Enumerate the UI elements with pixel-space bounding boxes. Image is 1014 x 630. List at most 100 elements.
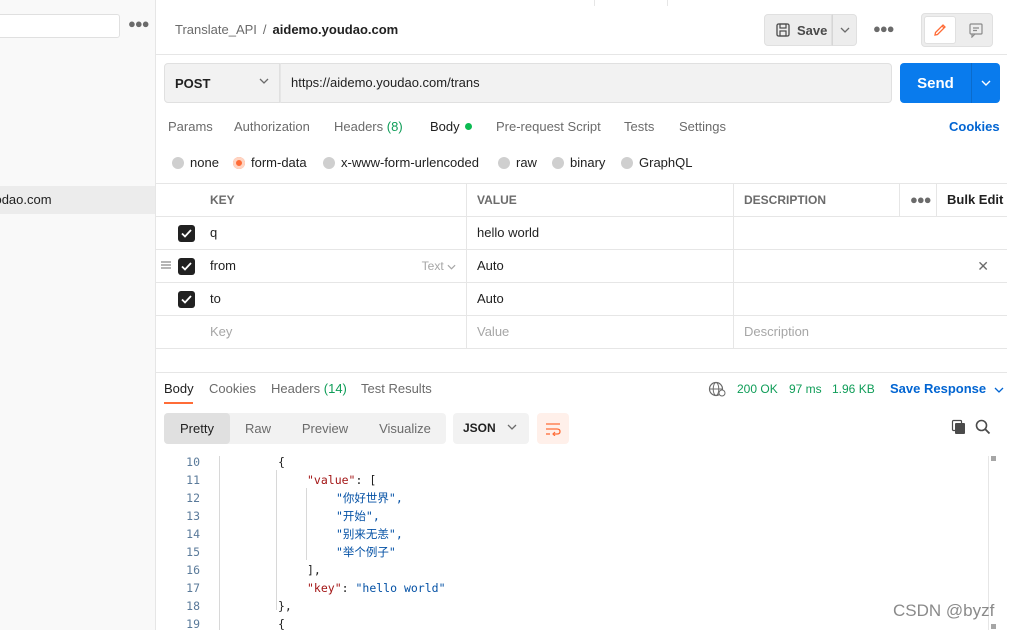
tab-body[interactable]: Body [430, 119, 472, 134]
value-cell[interactable]: Auto [467, 283, 734, 315]
save-options-button[interactable] [832, 14, 857, 46]
new-key-input[interactable]: Key [200, 316, 467, 348]
tab-tests[interactable]: Tests [624, 119, 654, 134]
line-text: { [278, 617, 285, 630]
wrap-lines-button[interactable] [537, 413, 569, 444]
value-cell[interactable]: Auto [467, 250, 734, 282]
url-input[interactable]: https://aidemo.youdao.com/trans [280, 63, 892, 103]
sidebar-item-label: daodao.com [0, 192, 52, 207]
response-divider[interactable] [156, 372, 1007, 373]
documentation-mode-button[interactable] [960, 16, 992, 44]
search-icon[interactable] [975, 419, 991, 435]
line-text: "开始", [336, 509, 380, 523]
scroll-down-arrow[interactable] [991, 624, 996, 629]
radio-none[interactable]: none [172, 155, 219, 170]
edit-mode-button[interactable] [924, 16, 956, 44]
check-cell [156, 316, 200, 348]
tab-params[interactable]: Params [168, 119, 213, 134]
description-cell[interactable] [734, 283, 1007, 315]
row-checkbox[interactable] [178, 291, 195, 308]
code-line: 15 "举个例子" [156, 543, 996, 561]
view-preview[interactable]: Preview [290, 413, 360, 444]
breadcrumb-current[interactable]: aidemo.youdao.com [273, 22, 399, 37]
key-cell[interactable]: q [200, 217, 467, 249]
delete-row-icon[interactable]: ✕ [977, 250, 989, 282]
save-button[interactable]: Save [764, 14, 832, 46]
checkmark-icon [181, 295, 192, 304]
radio-x-www-form-urlencoded[interactable]: x-www-form-urlencoded [323, 155, 479, 170]
bulk-edit-button[interactable]: Bulk Edit [937, 184, 1007, 216]
radio-circle [552, 156, 564, 169]
radio-raw[interactable]: raw [498, 155, 537, 170]
new-description-input[interactable]: Description [734, 316, 1007, 348]
table-row: from Text Auto ✕ [156, 250, 1007, 283]
code-line: 19 { [156, 615, 996, 630]
response-tab-headers[interactable]: Headers (14) [271, 381, 347, 396]
drag-handle-icon[interactable] [161, 259, 171, 271]
view-pretty[interactable]: Pretty [164, 413, 230, 444]
row-checkbox[interactable] [178, 225, 195, 242]
tab-pre-request-script[interactable]: Pre-request Script [496, 119, 601, 134]
radio-label: GraphQL [639, 155, 693, 170]
chevron-down-icon [447, 264, 456, 270]
row-checkbox[interactable] [178, 258, 195, 275]
radio-graphql[interactable]: GraphQL [621, 155, 692, 170]
code-line: 13 "开始", [156, 507, 996, 525]
pencil-icon [934, 24, 946, 36]
value-cell[interactable]: hello world [467, 217, 734, 249]
sidebar-more-icon[interactable]: ●●● [128, 16, 150, 31]
sidebar-item-selected[interactable]: daodao.com [0, 186, 155, 214]
tab-authorization[interactable]: Authorization [234, 119, 310, 134]
send-options-button[interactable] [971, 63, 1000, 103]
code-line: 11 "value": [ [156, 471, 996, 489]
chevron-down-icon [507, 424, 517, 430]
tab-headers-count: (8) [386, 119, 403, 134]
line-number: 17 [186, 581, 200, 595]
method-label: POST [175, 75, 211, 91]
more-options-icon[interactable]: ●●● [873, 21, 895, 36]
response-tab-body[interactable]: Body [164, 381, 194, 396]
response-tab-cookies[interactable]: Cookies [209, 381, 256, 396]
scroll-up-arrow[interactable] [991, 456, 996, 461]
copy-icon[interactable] [951, 419, 967, 435]
new-value-input[interactable]: Value [467, 316, 734, 348]
radio-label: binary [570, 155, 606, 170]
tab-settings[interactable]: Settings [679, 119, 726, 134]
send-button[interactable]: Send [900, 63, 971, 103]
key-type-select[interactable]: Text [422, 250, 456, 282]
watermark: CSDN @byzf [893, 601, 995, 620]
body-indicator-dot [464, 123, 472, 130]
status-code[interactable]: 200 OK [737, 382, 778, 396]
radio-label: form-data [251, 155, 307, 170]
response-code-viewer[interactable]: 10 { 11 "value": [ 12 "你好世界", 13 "开始", 14 "别来… [156, 456, 996, 630]
breadcrumb-parent[interactable]: Translate_API [175, 22, 257, 37]
view-raw[interactable]: Raw [230, 413, 286, 444]
cookies-link[interactable]: Cookies [949, 119, 1000, 134]
response-time[interactable]: 97 ms [789, 382, 822, 396]
key-cell[interactable]: from Text [200, 250, 467, 282]
save-response-button[interactable]: Save Response [890, 381, 1004, 396]
active-request-tab[interactable] [594, 0, 668, 6]
response-size[interactable]: 1.96 KB [832, 382, 875, 396]
table-more-icon[interactable]: ●●● [900, 184, 937, 216]
check-cell [156, 250, 200, 282]
radio-binary[interactable]: binary [552, 155, 605, 170]
radio-label: raw [516, 155, 537, 170]
description-cell[interactable] [734, 217, 1007, 249]
key-cell[interactable]: to [200, 283, 467, 315]
method-select[interactable]: POST [164, 63, 280, 103]
globe-network-icon[interactable] [708, 381, 726, 397]
tab-headers[interactable]: Headers (8) [334, 119, 403, 134]
description-cell[interactable]: ✕ [734, 250, 1007, 282]
line-text: "你好世界", [336, 491, 403, 505]
chevron-down-icon [994, 387, 1004, 393]
radio-circle [172, 156, 184, 169]
table-row-new: Key Value Description [156, 316, 1007, 349]
view-visualize[interactable]: Visualize [368, 413, 442, 444]
line-text: "别来无恙", [336, 527, 403, 541]
response-tab-test-results[interactable]: Test Results [361, 381, 432, 396]
sidebar-search-input[interactable] [0, 14, 120, 38]
check-cell [156, 283, 200, 315]
format-select[interactable]: JSON [453, 413, 529, 444]
radio-form-data[interactable]: form-data [233, 155, 307, 170]
